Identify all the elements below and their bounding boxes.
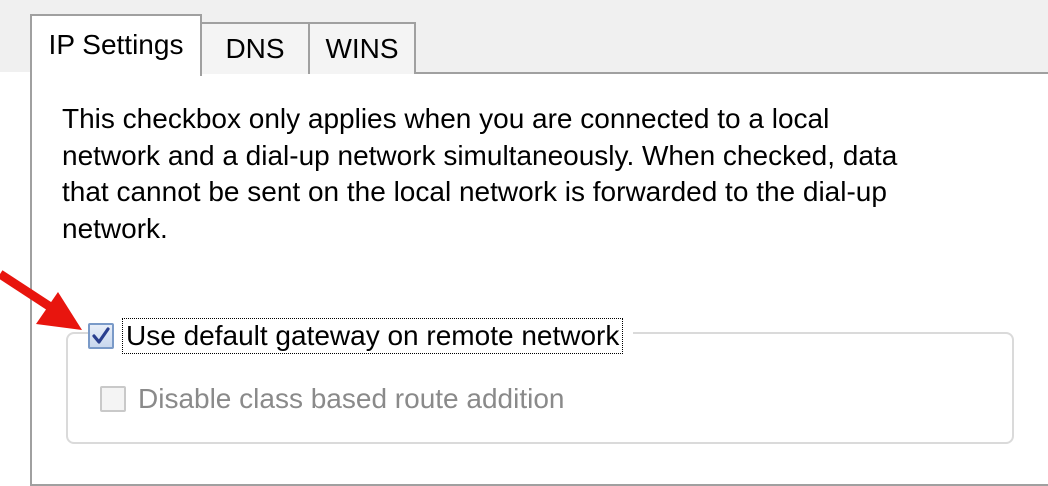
- tab-wins[interactable]: WINS: [308, 22, 416, 74]
- description-line: network.: [62, 212, 168, 244]
- use-default-gateway-option[interactable]: Use default gateway on remote network: [88, 318, 634, 354]
- use-default-gateway-label[interactable]: Use default gateway on remote network: [122, 318, 624, 354]
- use-default-gateway-checkbox[interactable]: [88, 323, 114, 349]
- description-line: network and a dial-up network simultaneo…: [62, 139, 898, 171]
- description-text: This checkbox only applies when you are …: [62, 101, 962, 247]
- checkmark-icon: [92, 327, 110, 344]
- tab-ip-settings[interactable]: IP Settings: [30, 14, 202, 76]
- disable-class-route-label: Disable class based route addition: [138, 383, 565, 414]
- disable-class-route-option[interactable]: Disable class based route addition: [100, 383, 575, 415]
- description-line: that cannot be sent on the local network…: [62, 176, 887, 207]
- disable-class-route-checkbox[interactable]: [100, 386, 126, 412]
- red-arrow-icon: [0, 270, 82, 330]
- tab-dns[interactable]: DNS: [200, 22, 310, 74]
- description-line: This checkbox only applies when you are …: [62, 103, 830, 134]
